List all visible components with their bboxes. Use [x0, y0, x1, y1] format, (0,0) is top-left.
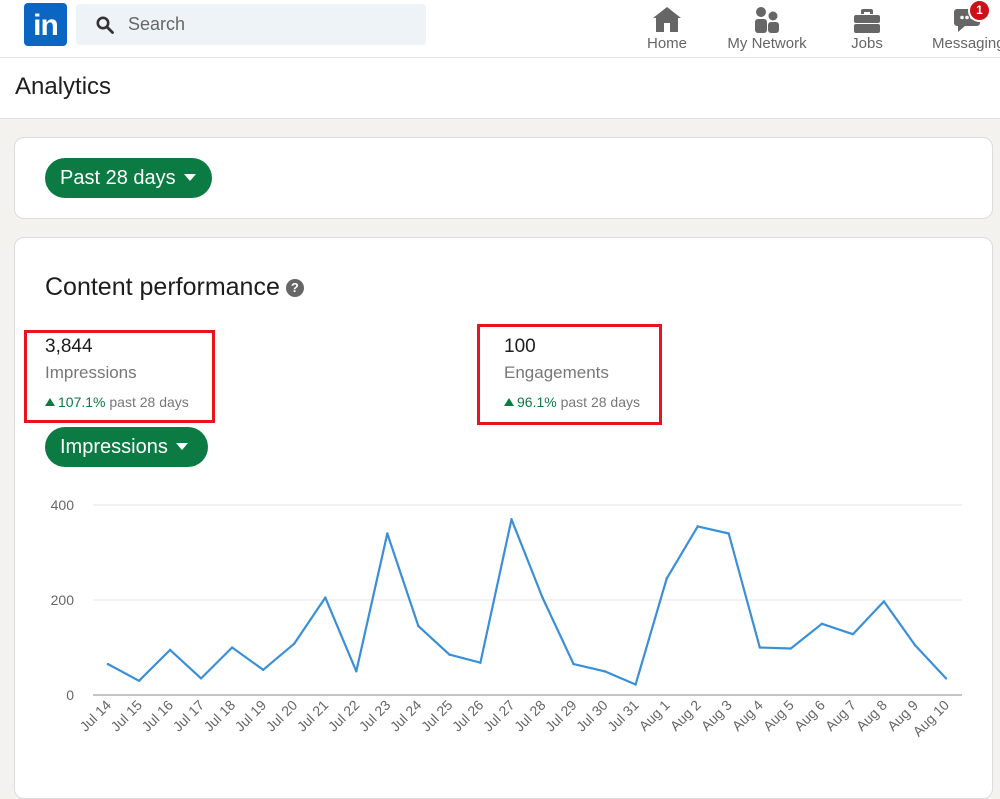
search-input[interactable]: [126, 13, 410, 36]
metric-selector-label: Impressions: [60, 436, 168, 458]
search-box[interactable]: [76, 4, 426, 45]
linkedin-logo[interactable]: in: [24, 3, 67, 46]
caret-down-icon: [183, 174, 196, 181]
nav-item-jobs[interactable]: Jobs: [845, 0, 889, 57]
briefcase-icon: [854, 9, 880, 33]
filter-card: Past 28 days: [14, 137, 993, 219]
date-range-label: Past 28 days: [60, 167, 176, 189]
nav-label-jobs: Jobs: [851, 35, 883, 52]
search-icon: [96, 16, 114, 34]
content-performance-card: Content performance? 3,844 Impressions 1…: [14, 237, 993, 799]
top-nav-bar: in Home My Network Jobs: [0, 0, 1000, 58]
help-icon[interactable]: ?: [285, 279, 304, 297]
nav-item-my-network[interactable]: My Network: [722, 0, 812, 57]
nav-label-my-network: My Network: [727, 35, 807, 52]
highlight-box: [477, 324, 662, 425]
nav-item-home[interactable]: Home: [642, 0, 692, 57]
metric-selector-dropdown[interactable]: Impressions: [45, 427, 208, 467]
caret-down-icon: [175, 443, 188, 450]
people-icon: [755, 7, 779, 33]
page-title: Analytics: [15, 73, 112, 100]
highlight-box: [24, 330, 215, 423]
page-header: Analytics: [0, 58, 1000, 119]
nav-item-messaging[interactable]: Messaging 1: [925, 0, 1000, 57]
section-title: Content performance?: [45, 273, 304, 302]
date-range-dropdown[interactable]: Past 28 days: [45, 158, 212, 198]
nav-label-home: Home: [646, 35, 687, 52]
section-title-text: Content performance: [45, 273, 280, 301]
home-icon: [653, 7, 681, 32]
nav-label-messaging: Messaging: [932, 35, 1000, 52]
notification-badge: 1: [968, 0, 991, 22]
